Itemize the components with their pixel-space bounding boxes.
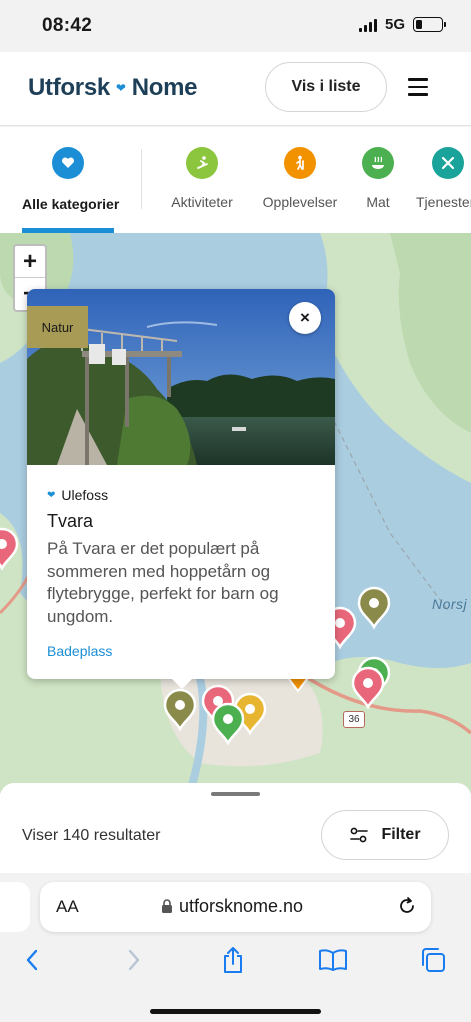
battery-level (416, 20, 422, 29)
reload-button[interactable] (397, 896, 417, 921)
zoom-in-button[interactable]: + (15, 246, 45, 278)
forest-shape (390, 233, 471, 433)
browser-toolbar (0, 945, 471, 979)
status-time: 08:42 (42, 15, 93, 36)
browser-chrome: AA utforsknome.no (0, 873, 471, 1022)
close-popup-button[interactable]: × (289, 302, 321, 334)
place-location: ❤ Ulefoss (47, 487, 108, 503)
heart-icon: ❤ (47, 489, 56, 501)
home-indicator[interactable] (150, 1009, 321, 1014)
filter-icon (350, 827, 369, 843)
category-all[interactable]: Alle kategorier (22, 147, 120, 212)
network-type: 5G (384, 16, 405, 33)
tools-icon (432, 147, 464, 179)
drag-handle[interactable] (211, 792, 260, 796)
category-label: Tjenester (416, 194, 471, 210)
address-bar[interactable]: AA utforsknome.no (40, 882, 431, 932)
show-list-button[interactable]: Vis i liste (265, 62, 387, 112)
category-experiences[interactable]: Opplevelser (256, 147, 344, 210)
chevron-left-icon (26, 949, 38, 971)
road-number-badge: 36 (343, 711, 365, 728)
logo-text-nome: Nome (131, 74, 198, 101)
lock-icon (162, 899, 172, 913)
reload-icon (400, 897, 414, 913)
category-label: Opplevelser (262, 194, 338, 210)
site-header: Utforsk ❤ Nome Vis i liste (0, 52, 471, 126)
share-icon (224, 947, 242, 973)
place-category-link[interactable]: Badeplass (47, 643, 112, 659)
place-photo: Natur × (27, 289, 335, 465)
logo-text-utforsk: Utforsk (28, 74, 110, 101)
close-icon: × (300, 308, 310, 327)
category-bar: Alle kategorier Aktiviteter Opplevelser … (0, 127, 471, 233)
results-count: Viser 140 resultater (22, 827, 161, 844)
category-badge: Natur (27, 306, 88, 348)
category-divider (141, 149, 142, 209)
site-logo[interactable]: Utforsk ❤ Nome (28, 74, 197, 102)
tabs-icon (422, 948, 445, 972)
category-label: Alle kategorier (22, 196, 120, 212)
category-label: Mat (366, 194, 390, 210)
book-icon (319, 949, 347, 971)
previous-tab-preview[interactable] (0, 882, 30, 932)
results-panel: Viser 140 resultater Filter (0, 783, 471, 873)
category-food[interactable]: Mat (360, 147, 396, 210)
heart-icon (52, 147, 84, 179)
hiker-icon (284, 147, 316, 179)
url-display[interactable]: utforsknome.no (161, 896, 303, 917)
place-description: På Tvara er det populært på sommeren med… (47, 539, 279, 626)
menu-icon[interactable] (408, 78, 428, 96)
category-services[interactable]: Tjenester (416, 147, 471, 210)
place-location-text: Ulefoss (61, 487, 109, 503)
dish-icon (362, 147, 394, 179)
tabs-button[interactable] (418, 945, 448, 975)
battery-icon (413, 17, 446, 32)
lake-label: Norsj (432, 596, 468, 612)
back-button[interactable] (17, 945, 47, 975)
status-indicators: 5G (358, 16, 446, 33)
share-button[interactable] (218, 945, 248, 975)
skier-icon (186, 147, 218, 179)
reader-settings-button[interactable]: AA (56, 897, 79, 917)
place-popup[interactable]: Natur × ❤ Ulefoss Tvara På Tvara er det … (27, 289, 335, 689)
filter-button[interactable]: Filter (321, 810, 449, 860)
category-label: Aktiviteter (171, 194, 233, 210)
filter-label: Filter (381, 826, 421, 843)
url-text: utforsknome.no (179, 896, 304, 916)
forward-button[interactable] (119, 945, 149, 975)
bookmarks-button[interactable] (318, 945, 348, 975)
cellular-signal-icon (358, 18, 377, 32)
chevron-right-icon (128, 949, 140, 971)
category-activities[interactable]: Aktiviteter (160, 147, 244, 210)
status-bar: 08:42 5G (0, 0, 471, 52)
logo-heart-icon: ❤ (115, 81, 126, 95)
place-title: Tvara (47, 511, 94, 531)
